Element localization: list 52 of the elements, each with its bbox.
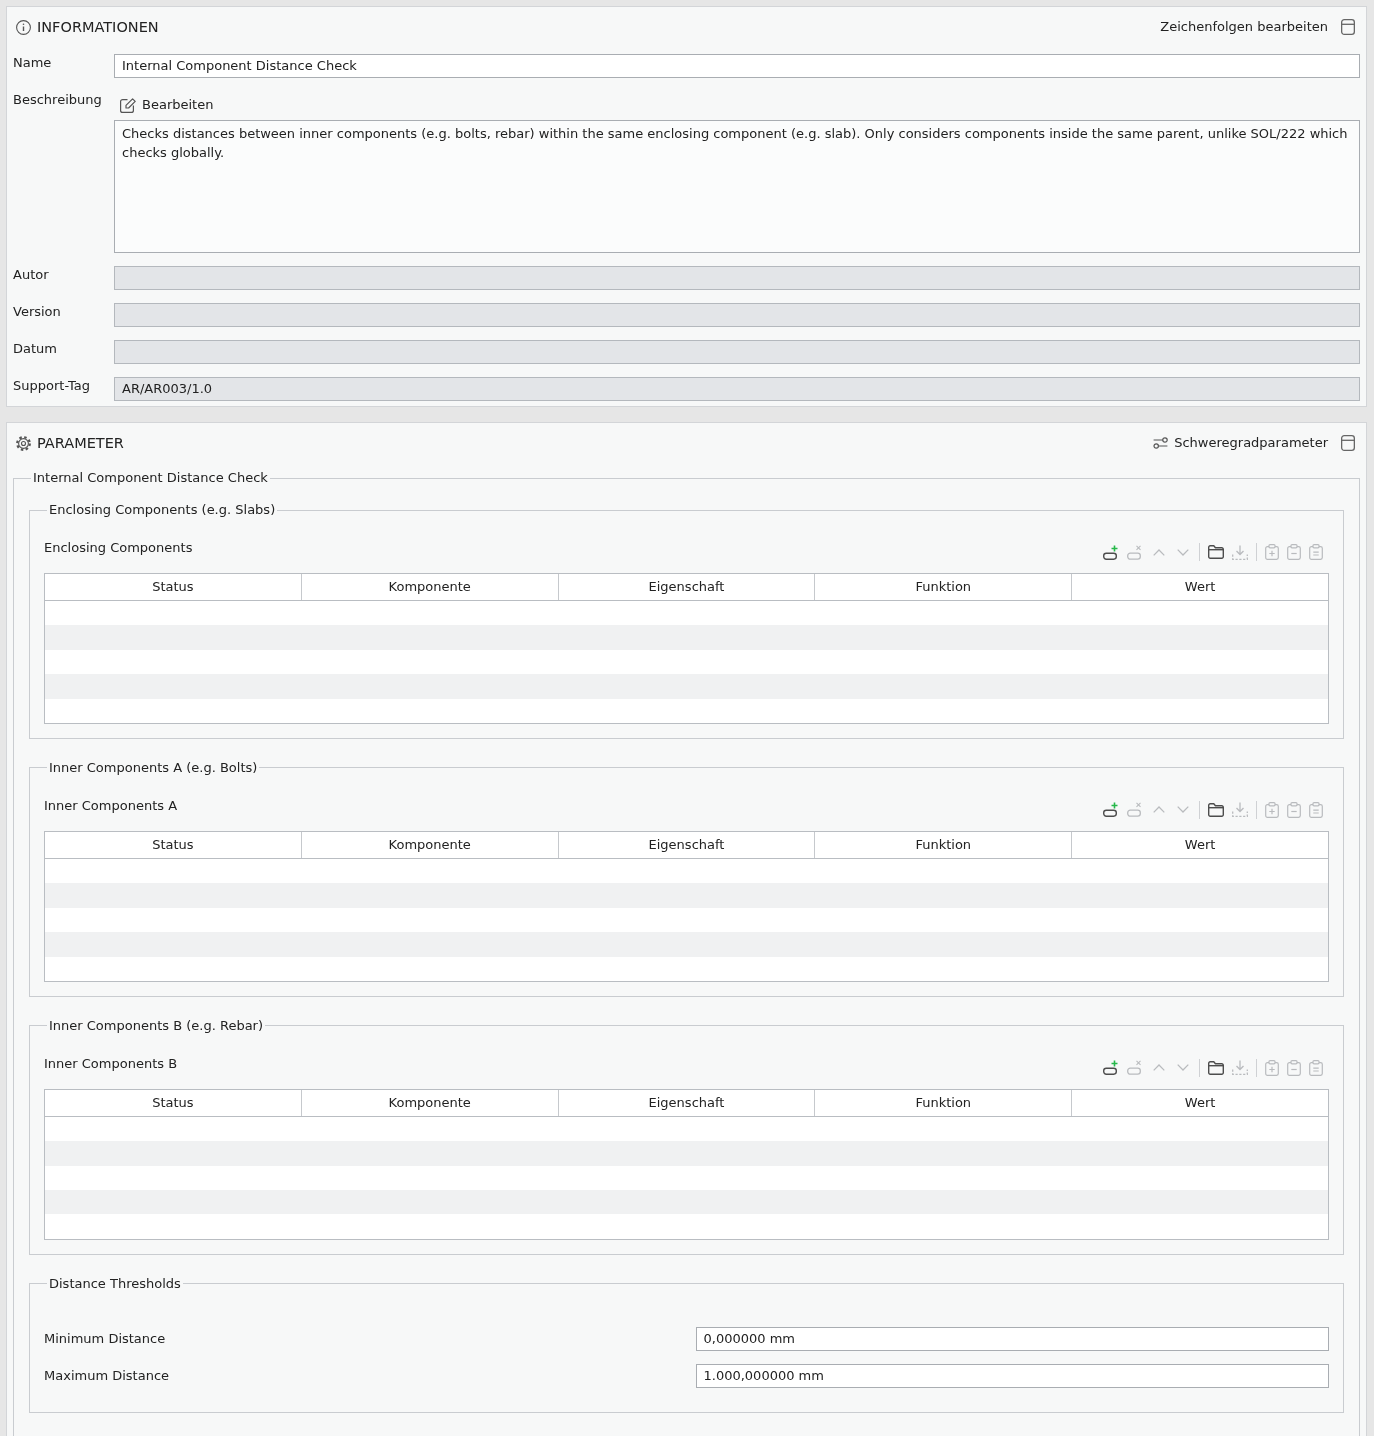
column-header[interactable]: Eigenschaft (558, 1089, 816, 1116)
folder-icon[interactable] (1208, 545, 1224, 559)
column-header[interactable]: Eigenschaft (558, 831, 816, 858)
column-header[interactable]: Funktion (815, 831, 1073, 858)
column-header[interactable]: Eigenschaft (558, 574, 816, 600)
column-header[interactable]: Funktion (815, 1089, 1073, 1116)
number-field[interactable]: 0,000000 mm (695, 1326, 1329, 1351)
column-header[interactable]: Wert (1072, 1089, 1328, 1116)
field-label: Version (13, 303, 62, 321)
column-header[interactable]: Status (45, 574, 302, 600)
edit-strings-button[interactable]: Zeichenfolgen bearbeiten (1160, 18, 1328, 36)
field-label: Maximum Distance (44, 1366, 171, 1385)
group-legend: Internal Component Distance Check (31, 469, 270, 487)
group-legend: Distance Thresholds (47, 1274, 183, 1293)
field-label: Support-Tag (13, 377, 91, 395)
column-header[interactable]: Funktion (815, 574, 1073, 600)
table-title: Enclosing Components (44, 539, 193, 557)
group-legend: Inner Components A (e.g. Bolts) (47, 758, 260, 777)
text-field[interactable]: Internal Component Distance Check (114, 54, 1360, 78)
column-header[interactable]: Komponente (301, 574, 559, 600)
row-plus-icon[interactable] (1103, 1060, 1119, 1076)
column-header[interactable]: Wert (1072, 831, 1328, 858)
column-header[interactable]: Wert (1072, 574, 1328, 600)
edit-button[interactable]: Bearbeiten (120, 91, 214, 115)
info-icon (16, 19, 31, 35)
column-header[interactable]: Komponente (301, 1089, 559, 1116)
window-icon[interactable] (1341, 19, 1355, 35)
description-field[interactable]: Checks distances between inner components (e.g. bolts, rebar) within the same enclosing component (e.g. slab). Only considers components inside the same parent, unlike SOL/222 which checks globally. (114, 120, 1360, 253)
group-legend: Inner Components B (e.g. Rebar) (47, 1016, 266, 1035)
field-label: Name (13, 54, 53, 72)
sliders-icon (1153, 437, 1169, 449)
field-label: Autor (13, 266, 50, 284)
column-header[interactable]: Status (45, 1089, 302, 1116)
table-title: Inner Components A (44, 796, 178, 815)
gear-icon (16, 435, 31, 451)
field-label: Datum (13, 340, 58, 358)
panel-title: PARAMETER (37, 434, 124, 452)
window-icon[interactable] (1341, 435, 1355, 451)
severity-parameters-button[interactable]: Schweregradparameter (1153, 434, 1328, 452)
row-plus-icon[interactable] (1103, 802, 1119, 818)
folder-icon[interactable] (1208, 1060, 1224, 1075)
edit-icon (120, 97, 136, 113)
field-label: Minimum Distance (44, 1329, 167, 1348)
panel-title: INFORMATIONEN (37, 18, 159, 36)
number-field[interactable]: 1.000,000000 mm (695, 1363, 1329, 1388)
table-title: Inner Components B (44, 1054, 178, 1073)
folder-icon[interactable] (1208, 802, 1224, 817)
field-label: Beschreibung (13, 91, 103, 109)
column-header[interactable]: Status (45, 831, 302, 858)
row-plus-icon[interactable] (1103, 544, 1119, 560)
column-header[interactable]: Komponente (301, 831, 559, 858)
group-legend: Enclosing Components (e.g. Slabs) (47, 501, 278, 519)
